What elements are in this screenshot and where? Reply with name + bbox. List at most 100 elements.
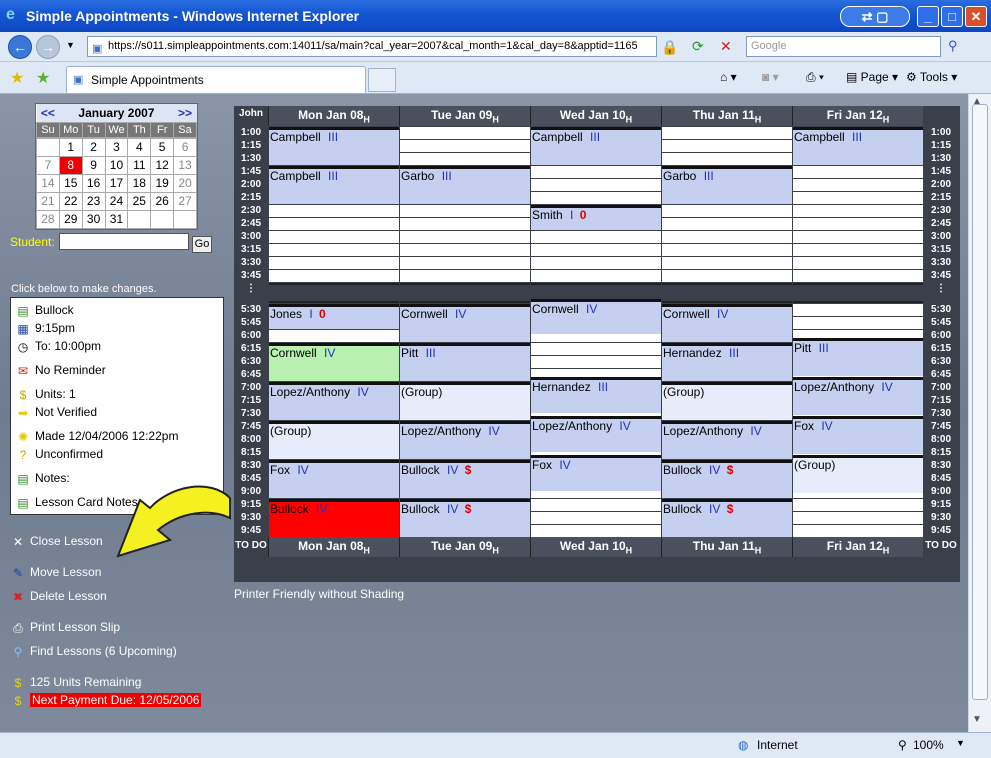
time-slot[interactable] xyxy=(793,166,923,178)
appointment[interactable]: Pitt III xyxy=(793,337,923,376)
time-slot[interactable] xyxy=(400,205,530,217)
time-slot[interactable] xyxy=(269,218,399,230)
units-remaining[interactable]: $125 Units Remaining xyxy=(10,675,142,691)
appointment[interactable]: Cornwell IV xyxy=(269,343,399,381)
time-slot[interactable] xyxy=(400,127,530,139)
move-lesson-button[interactable]: ✎ Move Lesson xyxy=(10,565,101,581)
history-dropdown-icon[interactable]: ▼ xyxy=(66,40,75,50)
appointment[interactable]: Cornwell IV xyxy=(400,304,530,342)
appointment[interactable]: Cornwell IV xyxy=(531,298,661,335)
calendar-day[interactable]: 14 xyxy=(36,173,60,193)
calendar-day[interactable]: 23 xyxy=(81,191,106,211)
time-slot[interactable] xyxy=(793,205,923,217)
calendar-day[interactable]: 8 xyxy=(58,155,83,175)
time-slot[interactable] xyxy=(662,140,792,152)
time-slot[interactable] xyxy=(793,499,923,511)
close-lesson-button[interactable]: ✕ Close Lesson xyxy=(10,534,103,550)
favorites-star-icon[interactable]: ★ xyxy=(10,68,24,88)
tab-simple-appointments[interactable]: ▣ Simple Appointments xyxy=(66,66,366,93)
time-slot[interactable] xyxy=(793,317,923,329)
time-slot[interactable] xyxy=(400,218,530,230)
calendar-day[interactable]: 13 xyxy=(173,155,197,175)
appointment[interactable]: Campbell III xyxy=(793,127,923,165)
next-month-link[interactable]: >> xyxy=(173,104,197,122)
time-slot[interactable] xyxy=(793,218,923,230)
stop-icon[interactable]: ✕ xyxy=(720,38,732,55)
calendar-day[interactable]: 7 xyxy=(36,155,60,175)
appointment[interactable]: Bullock IV $ xyxy=(400,460,530,498)
time-slot[interactable] xyxy=(531,270,661,282)
address-input[interactable]: https://s011.simpleappointments.com:1401… xyxy=(87,36,657,57)
detail-name-row[interactable]: ▤ Bullock xyxy=(15,301,73,319)
time-slot[interactable] xyxy=(531,166,661,178)
day-header[interactable]: Mon Jan 08H xyxy=(268,106,399,126)
appointment[interactable]: Bullock IV $ xyxy=(662,499,792,537)
detail-verified-row[interactable]: ➡ Not Verified xyxy=(15,403,97,421)
appointment[interactable]: Lopez/Anthony IV xyxy=(269,382,399,420)
calendar-day[interactable]: 21 xyxy=(36,191,60,211)
appointment[interactable]: Lopez/Anthony IV xyxy=(662,421,792,459)
page-menu[interactable]: ▤ Page ▾ xyxy=(846,70,898,84)
delete-lesson-button[interactable]: ✖ Delete Lesson xyxy=(10,589,107,605)
calendar-day[interactable]: 29 xyxy=(58,209,83,229)
appointment[interactable]: Jones I 0 xyxy=(269,304,399,329)
day-footer[interactable]: Wed Jan 10H xyxy=(530,537,661,557)
zoom-dropdown-icon[interactable]: ▼ xyxy=(956,738,965,748)
forward-button[interactable]: → xyxy=(36,35,60,59)
appointment[interactable]: Bullock IV $ xyxy=(400,499,530,537)
appointment[interactable]: Smith I 0 xyxy=(531,205,661,230)
time-slot[interactable] xyxy=(793,512,923,524)
appointment[interactable]: Lopez/Anthony IV xyxy=(793,376,923,415)
appointment[interactable]: Campbell III xyxy=(269,166,399,204)
time-slot[interactable] xyxy=(269,257,399,269)
appointment[interactable]: Garbo III xyxy=(400,166,530,204)
find-lessons-button[interactable]: ⚲ Find Lessons (6 Upcoming) xyxy=(10,644,177,660)
day-header[interactable]: Tue Jan 09H xyxy=(399,106,530,126)
time-slot[interactable] xyxy=(662,257,792,269)
refresh-icon[interactable]: ⟳ xyxy=(692,38,704,55)
calendar-day[interactable]: 31 xyxy=(104,209,129,229)
time-slot[interactable] xyxy=(531,499,661,511)
calendar-day[interactable]: 28 xyxy=(36,209,60,229)
calendar-day[interactable]: 12 xyxy=(150,155,175,175)
time-slot[interactable] xyxy=(662,270,792,282)
appointment[interactable]: Campbell III xyxy=(269,127,399,165)
time-slot[interactable] xyxy=(793,304,923,316)
appointment[interactable]: Campbell III xyxy=(531,127,661,165)
time-slot[interactable] xyxy=(531,231,661,243)
switch-window-icon[interactable]: ⇄ ▢ xyxy=(840,6,910,27)
todo-label-right[interactable]: TO DO xyxy=(923,537,959,557)
appointment[interactable]: Fox IV xyxy=(269,460,399,498)
detail-end-row[interactable]: ◷ To: 10:00pm xyxy=(15,337,101,355)
detail-notes-row[interactable]: ▤ Notes: xyxy=(15,469,69,487)
security-zone[interactable]: Internet xyxy=(757,738,798,752)
maximize-button[interactable]: □ xyxy=(941,6,963,27)
time-slot[interactable] xyxy=(793,525,923,537)
time-slot[interactable] xyxy=(400,257,530,269)
calendar-day[interactable]: 27 xyxy=(173,191,197,211)
lock-icon[interactable]: 🔒 xyxy=(661,39,678,56)
print-icon[interactable]: ⎙ ▾ xyxy=(806,70,824,85)
appointment[interactable]: Cornwell IV xyxy=(662,304,792,342)
appointment[interactable]: (Group) xyxy=(269,421,399,459)
add-favorite-icon[interactable]: ★ xyxy=(36,68,50,88)
time-slot[interactable] xyxy=(531,356,661,368)
calendar-day[interactable]: 18 xyxy=(127,173,152,193)
time-slot[interactable] xyxy=(662,218,792,230)
appointment[interactable]: Lopez/Anthony IV xyxy=(400,421,530,459)
time-slot[interactable] xyxy=(531,257,661,269)
time-slot[interactable] xyxy=(662,153,792,165)
calendar-day[interactable]: 24 xyxy=(104,191,129,211)
search-icon[interactable]: ⚲ xyxy=(948,38,958,54)
detail-reminder-row[interactable]: ✉ No Reminder xyxy=(15,361,106,379)
scroll-thumb[interactable] xyxy=(972,104,988,700)
day-footer[interactable]: Thu Jan 11H xyxy=(661,537,792,557)
calendar-day[interactable]: 15 xyxy=(58,173,83,193)
appointment[interactable]: Pitt III xyxy=(400,343,530,381)
scroll-down-icon[interactable]: ▼ xyxy=(972,714,982,725)
time-slot[interactable] xyxy=(269,205,399,217)
new-tab-button[interactable] xyxy=(368,68,396,92)
tools-menu[interactable]: ⚙ Tools ▾ xyxy=(906,70,957,84)
go-button[interactable]: Go xyxy=(192,236,212,253)
day-footer[interactable]: Fri Jan 12H xyxy=(792,537,923,557)
